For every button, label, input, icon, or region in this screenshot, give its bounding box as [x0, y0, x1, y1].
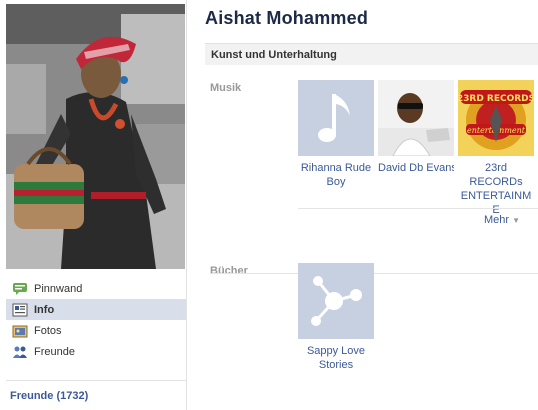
- chevron-down-icon: ▼: [512, 216, 520, 225]
- more-label: Mehr: [484, 214, 510, 226]
- music-note-icon: [298, 80, 374, 156]
- nav-item-label: Info: [34, 303, 55, 316]
- person-photo: [378, 80, 454, 156]
- nav-item-label: Freunde: [34, 345, 75, 358]
- nav-item-info[interactable]: Info: [6, 299, 186, 320]
- wall-icon: [12, 282, 28, 296]
- section-header: Kunst und Unterhaltung: [205, 43, 538, 65]
- friends-icon: [12, 345, 28, 359]
- info-icon: [12, 303, 28, 317]
- music-item-david[interactable]: David Db Evans: [378, 80, 454, 175]
- row-divider: [210, 273, 538, 274]
- left-column: Pinnwand Info Fotos Freunde Freunde (173…: [6, 0, 187, 410]
- nav-item-photos[interactable]: Fotos: [6, 320, 186, 341]
- music-item-name[interactable]: Rihanna Rude Boy: [298, 161, 374, 189]
- books-label: Bücher: [210, 265, 248, 277]
- record-logo: 23RD RECORDSentertainment: [458, 80, 534, 156]
- friends-count-link[interactable]: Freunde (1732): [10, 390, 88, 402]
- profile-name[interactable]: Aishat Mohammed: [205, 8, 368, 29]
- profile-nav: Pinnwand Info Fotos Freunde: [6, 278, 186, 362]
- nav-item-label: Pinnwand: [34, 282, 83, 295]
- music-item-rihanna[interactable]: Rihanna Rude Boy: [298, 80, 374, 189]
- nav-item-friends[interactable]: Freunde: [6, 341, 186, 362]
- svg-text:23RD RECORDS: 23RD RECORDS: [458, 94, 534, 104]
- photos-icon: [12, 324, 28, 338]
- section-title: Kunst und Unterhaltung: [211, 48, 337, 61]
- share-network-icon: [298, 263, 374, 339]
- music-label: Musik: [210, 82, 242, 94]
- divider: [6, 380, 186, 381]
- more-button[interactable]: Mehr ▼: [484, 214, 520, 226]
- book-item-name[interactable]: Sappy Love Stories: [298, 344, 374, 372]
- music-item-name[interactable]: David Db Evans: [378, 161, 454, 175]
- profile-photo-image: [6, 4, 185, 269]
- row-divider: [298, 208, 538, 209]
- nav-item-label: Fotos: [34, 324, 62, 337]
- book-item-sappy-love-stories[interactable]: Sappy Love Stories: [298, 263, 374, 372]
- music-item-23rd-records[interactable]: 23RD RECORDSentertainment 23rd RECORDs E…: [458, 80, 534, 217]
- nav-item-wall[interactable]: Pinnwand: [6, 278, 186, 299]
- profile-photo[interactable]: [6, 4, 185, 269]
